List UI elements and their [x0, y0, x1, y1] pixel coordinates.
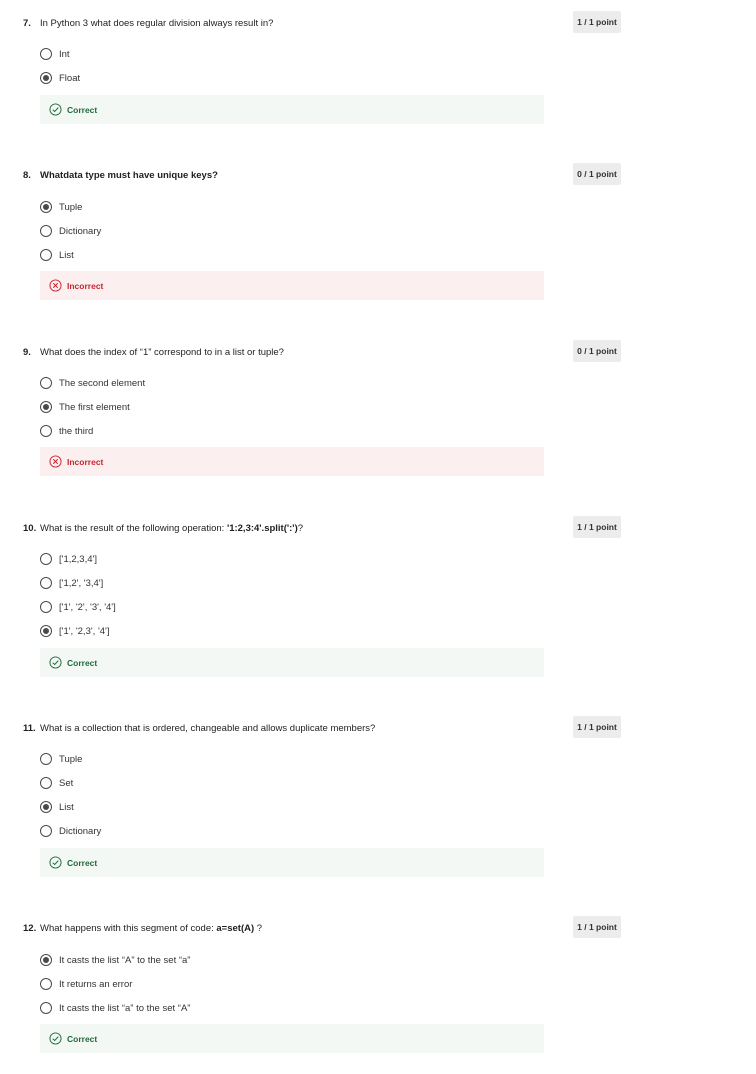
option-int[interactable]: Int — [40, 47, 70, 61]
question-number: 8. — [23, 170, 31, 181]
option-returns-error[interactable]: It returns an error — [40, 977, 132, 991]
points-badge: 0 / 1 point — [573, 163, 621, 185]
question-text-prefix: What is the result of the following oper… — [40, 523, 227, 534]
question-text: What is the result of the following oper… — [40, 523, 303, 535]
option-1[interactable]: ['1,2,3,4'] — [40, 552, 97, 566]
option-label: ['1,2', '3,4'] — [59, 577, 104, 589]
radio-button[interactable] — [40, 377, 52, 389]
option-label: Tuple — [59, 753, 83, 765]
question-text: In Python 3 what does regular division a… — [40, 18, 274, 29]
option-label: Dictionary — [59, 225, 102, 237]
feedback-incorrect: Incorrect — [40, 447, 544, 476]
option-label: Int — [59, 48, 70, 60]
radio-button[interactable] — [40, 601, 52, 613]
question-text: What does the index of “1” correspond to… — [40, 347, 284, 358]
radio-button[interactable] — [40, 401, 52, 413]
radio-button[interactable] — [40, 577, 52, 589]
option-list[interactable]: List — [40, 248, 74, 262]
option-label: ['1,2,3,4'] — [59, 553, 97, 565]
option-tuple[interactable]: Tuple — [40, 200, 82, 214]
option-3[interactable]: ['1', '2', '3', '4'] — [40, 600, 116, 614]
option-dictionary[interactable]: Dictionary — [40, 224, 101, 238]
feedback-correct: Correct — [40, 648, 544, 677]
question-number: 9. — [23, 347, 31, 358]
question-text-prefix: What happens with this segment of code: — [40, 923, 217, 934]
option-label: The first element — [59, 401, 130, 413]
check-circle-icon — [49, 103, 62, 116]
feedback-correct: Correct — [40, 95, 544, 124]
option-dictionary[interactable]: Dictionary — [40, 824, 101, 838]
check-circle-icon — [49, 1032, 62, 1045]
radio-button[interactable] — [40, 625, 52, 637]
code-snippet: a=set(A) — [216, 923, 255, 934]
check-circle-icon — [49, 656, 62, 669]
option-set[interactable]: Set — [40, 776, 73, 790]
option-label: List — [59, 801, 74, 813]
check-circle-icon — [49, 856, 62, 869]
radio-button[interactable] — [40, 978, 52, 990]
option-casts-reverse[interactable]: It casts the list “a” to the set “A” — [40, 1001, 190, 1015]
option-label: It returns an error — [59, 978, 133, 990]
points-badge: 1 / 1 point — [573, 716, 621, 738]
radio-button[interactable] — [40, 753, 52, 765]
x-circle-icon — [49, 279, 62, 292]
feedback-incorrect: Incorrect — [40, 271, 544, 300]
feedback-text: Incorrect — [67, 280, 104, 291]
radio-button[interactable] — [40, 1002, 52, 1014]
option-list[interactable]: List — [40, 800, 74, 814]
feedback-text: Correct — [67, 857, 98, 868]
option-2[interactable]: ['1,2', '3,4'] — [40, 576, 103, 590]
question-text: What is a collection that is ordered, ch… — [40, 723, 376, 734]
radio-button[interactable] — [40, 801, 52, 813]
option-first-element[interactable]: The first element — [40, 400, 130, 414]
x-circle-icon — [49, 455, 62, 468]
option-label: Set — [59, 777, 74, 789]
option-casts-a-to-a[interactable]: It casts the list “A” to the set “a” — [40, 953, 190, 967]
feedback-text: Correct — [67, 657, 98, 668]
points-badge: 1 / 1 point — [573, 916, 621, 938]
points-badge: 1 / 1 point — [573, 516, 621, 538]
radio-button[interactable] — [40, 48, 52, 60]
radio-button[interactable] — [40, 225, 52, 237]
option-label: List — [59, 249, 74, 261]
option-label: the third — [59, 425, 94, 437]
option-4[interactable]: ['1', '2,3', '4'] — [40, 624, 110, 638]
option-label: Tuple — [59, 201, 83, 213]
question-text-suffix: ? — [297, 523, 304, 534]
points-badge: 1 / 1 point — [573, 11, 621, 33]
option-label: Dictionary — [59, 825, 102, 837]
feedback-text: Correct — [67, 1033, 98, 1044]
option-label: ['1', '2', '3', '4'] — [59, 601, 116, 613]
radio-button[interactable] — [40, 72, 52, 84]
radio-button[interactable] — [40, 954, 52, 966]
question-number: 12. — [23, 923, 37, 934]
option-tuple[interactable]: Tuple — [40, 752, 82, 766]
option-label: It casts the list “A” to the set “a” — [59, 954, 191, 966]
question-text: Whatdata type must have unique keys? — [40, 170, 218, 181]
radio-button[interactable] — [40, 825, 52, 837]
feedback-text: Correct — [67, 104, 98, 115]
option-third[interactable]: the third — [40, 424, 93, 438]
radio-button[interactable] — [40, 777, 52, 789]
feedback-correct: Correct — [40, 848, 544, 877]
radio-button[interactable] — [40, 249, 52, 261]
option-label: The second element — [59, 377, 146, 389]
radio-button[interactable] — [40, 201, 52, 213]
points-badge: 0 / 1 point — [573, 340, 621, 362]
feedback-text: Incorrect — [67, 456, 104, 467]
feedback-correct: Correct — [40, 1024, 544, 1053]
question-number: 7. — [23, 18, 31, 29]
radio-button[interactable] — [40, 425, 52, 437]
question-number: 11. — [23, 723, 36, 734]
option-second-element[interactable]: The second element — [40, 376, 145, 390]
code-snippet: '1:2,3:4'.split(':') — [226, 523, 298, 534]
question-text: What happens with this segment of code: … — [40, 923, 262, 935]
option-label: It casts the list “a” to the set “A” — [59, 1002, 191, 1014]
question-text-suffix: ? — [254, 923, 263, 934]
option-label: Float — [59, 72, 81, 84]
option-label: ['1', '2,3', '4'] — [59, 625, 110, 637]
question-number: 10. — [23, 523, 37, 534]
radio-button[interactable] — [40, 553, 52, 565]
option-float[interactable]: Float — [40, 71, 80, 85]
